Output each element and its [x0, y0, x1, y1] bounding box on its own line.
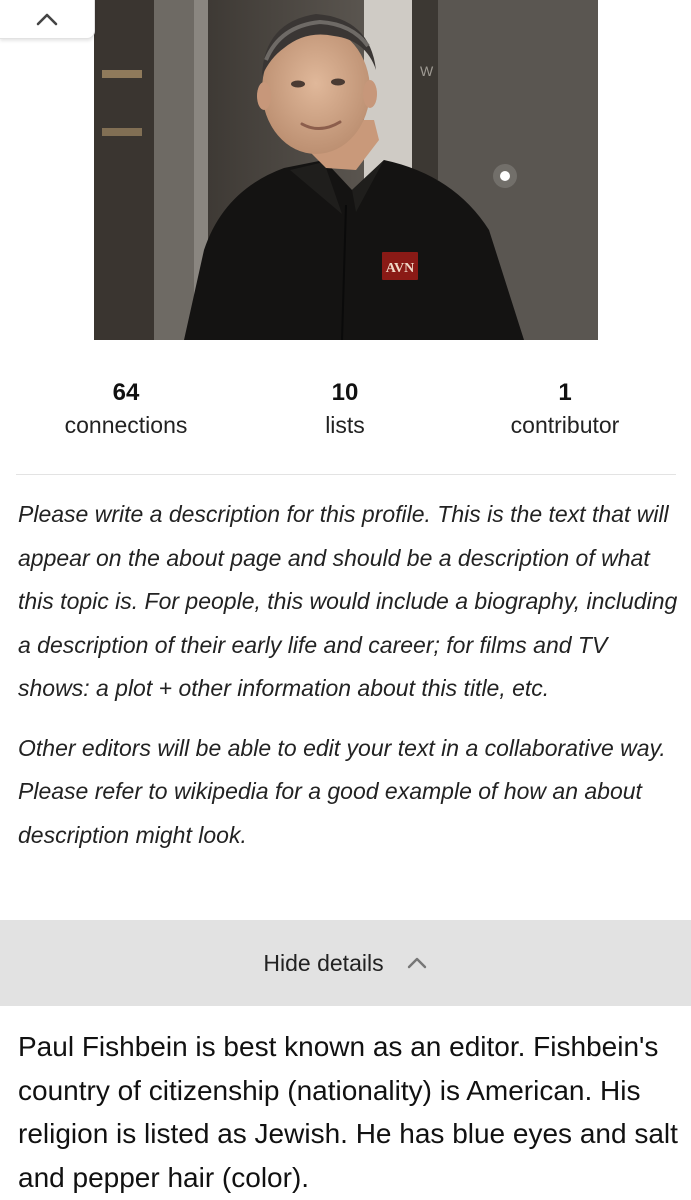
chevron-up-icon [406, 956, 428, 970]
scroll-to-top-button[interactable] [0, 0, 95, 39]
stat-connections-label: connections [64, 412, 188, 438]
sign-text: W [420, 63, 434, 79]
stat-lists-value: 10 [331, 379, 359, 406]
stat-connections-value: 64 [112, 379, 140, 406]
description-prompt: Please write a description for this prof… [18, 493, 682, 857]
stat-contributor-value: 1 [558, 379, 572, 406]
profile-photo: W AVN [94, 0, 598, 340]
stat-contributor-label: contributor [510, 412, 620, 438]
stat-connections[interactable]: 64 connections [16, 378, 236, 442]
chevron-up-icon [35, 11, 59, 27]
section-divider [16, 474, 676, 475]
stat-contributor[interactable]: 1 contributor [455, 378, 675, 442]
avn-badge-text: AVN [386, 261, 415, 276]
profile-stats: 64 connections 10 lists 1 contributor [0, 378, 691, 444]
stat-lists[interactable]: 10 lists [235, 378, 455, 442]
hide-details-label: Hide details [263, 949, 384, 976]
description-prompt-paragraph: Please write a description for this prof… [18, 501, 678, 701]
stat-lists-label: lists [325, 412, 365, 438]
hide-details-button[interactable]: Hide details [0, 920, 691, 1006]
bio-text: Paul Fishbein is best known as an editor… [18, 1031, 678, 1193]
description-prompt-paragraph: Other editors will be able to edit your … [18, 734, 666, 848]
